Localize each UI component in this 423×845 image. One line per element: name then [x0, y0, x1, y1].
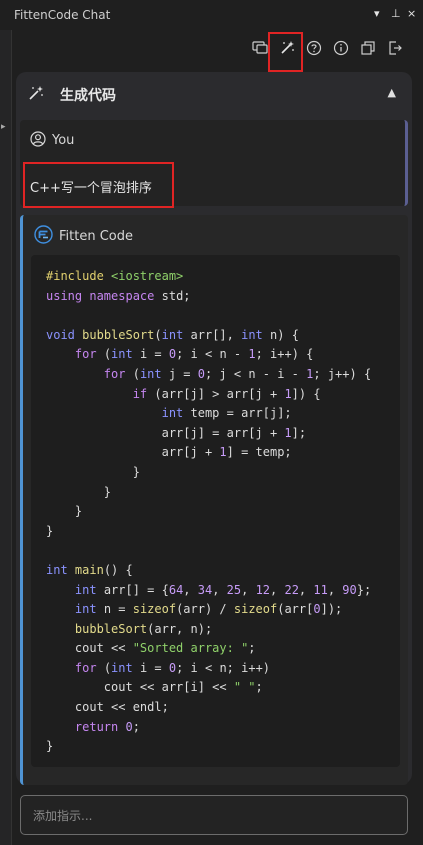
collapse-caret-icon[interactable]: ▲: [388, 86, 396, 99]
code-line: using namespace std;: [46, 288, 191, 303]
panel-title: 生成代码: [60, 88, 116, 104]
code-line: int arr[] = {64, 34, 25, 12, 22, 11, 90}…: [74, 582, 372, 597]
code-line: return 0;: [74, 719, 140, 734]
copy-window-icon[interactable]: [358, 38, 378, 58]
panel-header[interactable]: 生成代码 ▲: [16, 72, 412, 116]
code-line: arr[j] = arr[j + 1];: [46, 425, 307, 440]
code-line: cout << "Sorted array: ";: [46, 641, 256, 656]
title-bar: FittenCode Chat ▾ ⊥ ×: [0, 0, 423, 30]
instruction-input[interactable]: [31, 807, 395, 825]
magic-wand-icon: [28, 85, 44, 105]
code-line: }: [46, 484, 112, 499]
code-line: }: [46, 504, 83, 519]
instruction-input-box[interactable]: [20, 795, 408, 835]
chat-toolbar: [0, 38, 423, 58]
code-line: int main() {: [46, 562, 133, 577]
close-icon[interactable]: ×: [407, 7, 416, 20]
prompt-highlight-frame: [23, 162, 174, 208]
left-edge-strip: ▸: [0, 30, 12, 845]
code-line: if (arr[j] > arr[j + 1]) {: [132, 386, 321, 401]
code-line: cout << endl;: [46, 700, 169, 715]
code-line: int temp = arr[j];: [161, 406, 292, 421]
code-line: void bubbleSort(int arr[], int n) {: [46, 327, 299, 342]
user-author-label: You: [52, 133, 75, 148]
logout-icon[interactable]: [385, 38, 405, 58]
code-line: for (int i = 0; i < n - 1; i++) {: [74, 347, 314, 362]
code-line: #include <iostream>: [46, 269, 184, 283]
assistant-message-card: Fitten Code #include <iostream> using na…: [20, 215, 408, 785]
assistant-author-label: Fitten Code: [59, 229, 133, 244]
code-line: for (int j = 0; j < n - i - 1; j++) {: [103, 366, 372, 381]
help-icon[interactable]: [304, 38, 324, 58]
code-line: cout << arr[i] << " ";: [46, 680, 263, 695]
fitten-logo-icon: [34, 225, 53, 248]
window-title: FittenCode Chat: [14, 8, 111, 22]
code-line: bubbleSort(arr, n);: [74, 621, 213, 636]
dropdown-icon[interactable]: ▾: [374, 7, 380, 20]
toolbar-highlight-frame: [268, 32, 303, 72]
pin-icon[interactable]: ⊥: [391, 7, 401, 20]
code-block[interactable]: #include <iostream> using namespace std;…: [31, 255, 400, 767]
code-line: int n = sizeof(arr) / sizeof(arr[0]);: [74, 602, 343, 617]
side-glyph-icon: ▸: [1, 122, 6, 132]
code-line: }: [46, 523, 54, 538]
code-line: for (int i = 0; i < n; i++): [74, 660, 271, 675]
info-icon[interactable]: [331, 38, 351, 58]
code-line: arr[j + 1] = temp;: [46, 445, 292, 460]
chat-bubble-icon[interactable]: [250, 38, 270, 58]
code-content: #include <iostream> using namespace std;…: [46, 267, 371, 757]
user-avatar-icon: [30, 131, 46, 151]
code-line: }: [46, 464, 140, 479]
code-line: }: [46, 739, 54, 754]
